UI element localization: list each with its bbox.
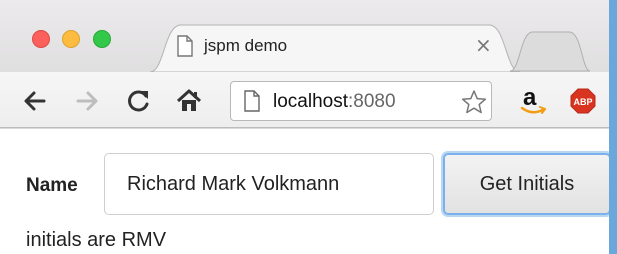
back-arrow-icon[interactable]	[22, 88, 48, 114]
home-icon[interactable]	[176, 88, 202, 114]
page-icon	[175, 35, 195, 57]
close-tab-icon[interactable]: ×	[475, 33, 492, 57]
page-content: Name Get Initials initials are RMV	[0, 129, 617, 254]
forward-arrow-icon[interactable]	[74, 88, 100, 114]
name-input[interactable]	[104, 153, 434, 215]
url-text: localhost:8080	[273, 91, 396, 113]
close-window-button[interactable]	[32, 30, 50, 48]
desktop-edge	[609, 0, 617, 254]
amazon-icon[interactable]: a	[518, 84, 548, 116]
tab-title: jspm demo	[204, 36, 288, 55]
page-icon	[243, 90, 261, 112]
bookmark-star-icon[interactable]	[461, 89, 487, 115]
tab-jspm-demo[interactable]: jspm demo ×	[150, 23, 520, 73]
abp-glyph: ABP	[573, 97, 592, 107]
address-bar[interactable]: localhost:8080	[230, 81, 492, 121]
maximize-window-button[interactable]	[93, 30, 111, 48]
get-initials-button[interactable]: Get Initials	[443, 153, 611, 215]
minimize-window-button[interactable]	[62, 30, 80, 48]
adblock-plus-icon[interactable]: ABP	[568, 86, 598, 116]
url-host: localhost	[273, 91, 348, 112]
url-port: :8080	[348, 91, 396, 112]
browser-toolbar: localhost:8080 a ABP	[0, 72, 617, 128]
new-tab-button[interactable]	[509, 28, 591, 72]
initials-result: initials are RMV	[26, 229, 167, 251]
name-label: Name	[26, 175, 78, 196]
tab-strip: jspm demo ×	[0, 0, 617, 73]
reload-icon[interactable]	[126, 88, 152, 114]
